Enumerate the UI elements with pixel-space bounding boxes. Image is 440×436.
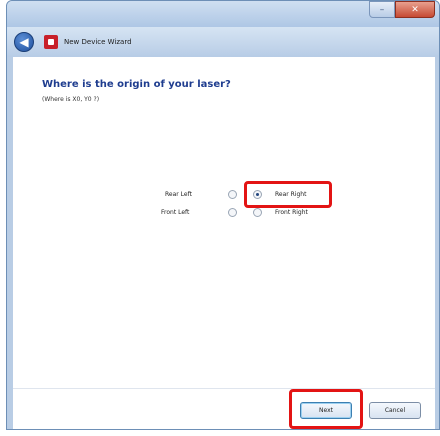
cancel-button[interactable]: Cancel	[369, 402, 421, 419]
window-controls: – ✕	[369, 1, 435, 19]
rear-left-radio[interactable]	[228, 190, 237, 199]
front-right-label: Front Right	[275, 209, 308, 216]
wizard-footer: Next Cancel	[13, 388, 435, 429]
back-button[interactable]: ◀	[14, 32, 34, 52]
rear-left-label: Rear Left	[165, 191, 192, 198]
close-button[interactable]: ✕	[395, 1, 435, 18]
wizard-title: New Device Wizard	[64, 38, 132, 46]
front-left-radio[interactable]	[228, 208, 237, 217]
next-highlight	[289, 389, 363, 429]
wizard-titlebar: ◀ New Device Wizard	[7, 27, 439, 57]
app-icon	[44, 35, 58, 49]
minimize-button[interactable]: –	[369, 1, 395, 18]
page-subheading: (Where is X0, Y0 ?)	[42, 96, 100, 103]
wizard-window: – ✕ ◀ New Device Wizard Where is the ori…	[6, 0, 440, 430]
wizard-content: Where is the origin of your laser? (Wher…	[13, 57, 435, 388]
front-right-radio[interactable]	[253, 208, 262, 217]
page-heading: Where is the origin of your laser?	[42, 79, 231, 90]
minimize-icon: –	[379, 4, 385, 15]
front-left-label: Front Left	[161, 209, 190, 216]
rear-right-highlight	[244, 181, 332, 208]
back-arrow-icon: ◀	[19, 35, 29, 49]
close-icon: ✕	[411, 4, 419, 15]
